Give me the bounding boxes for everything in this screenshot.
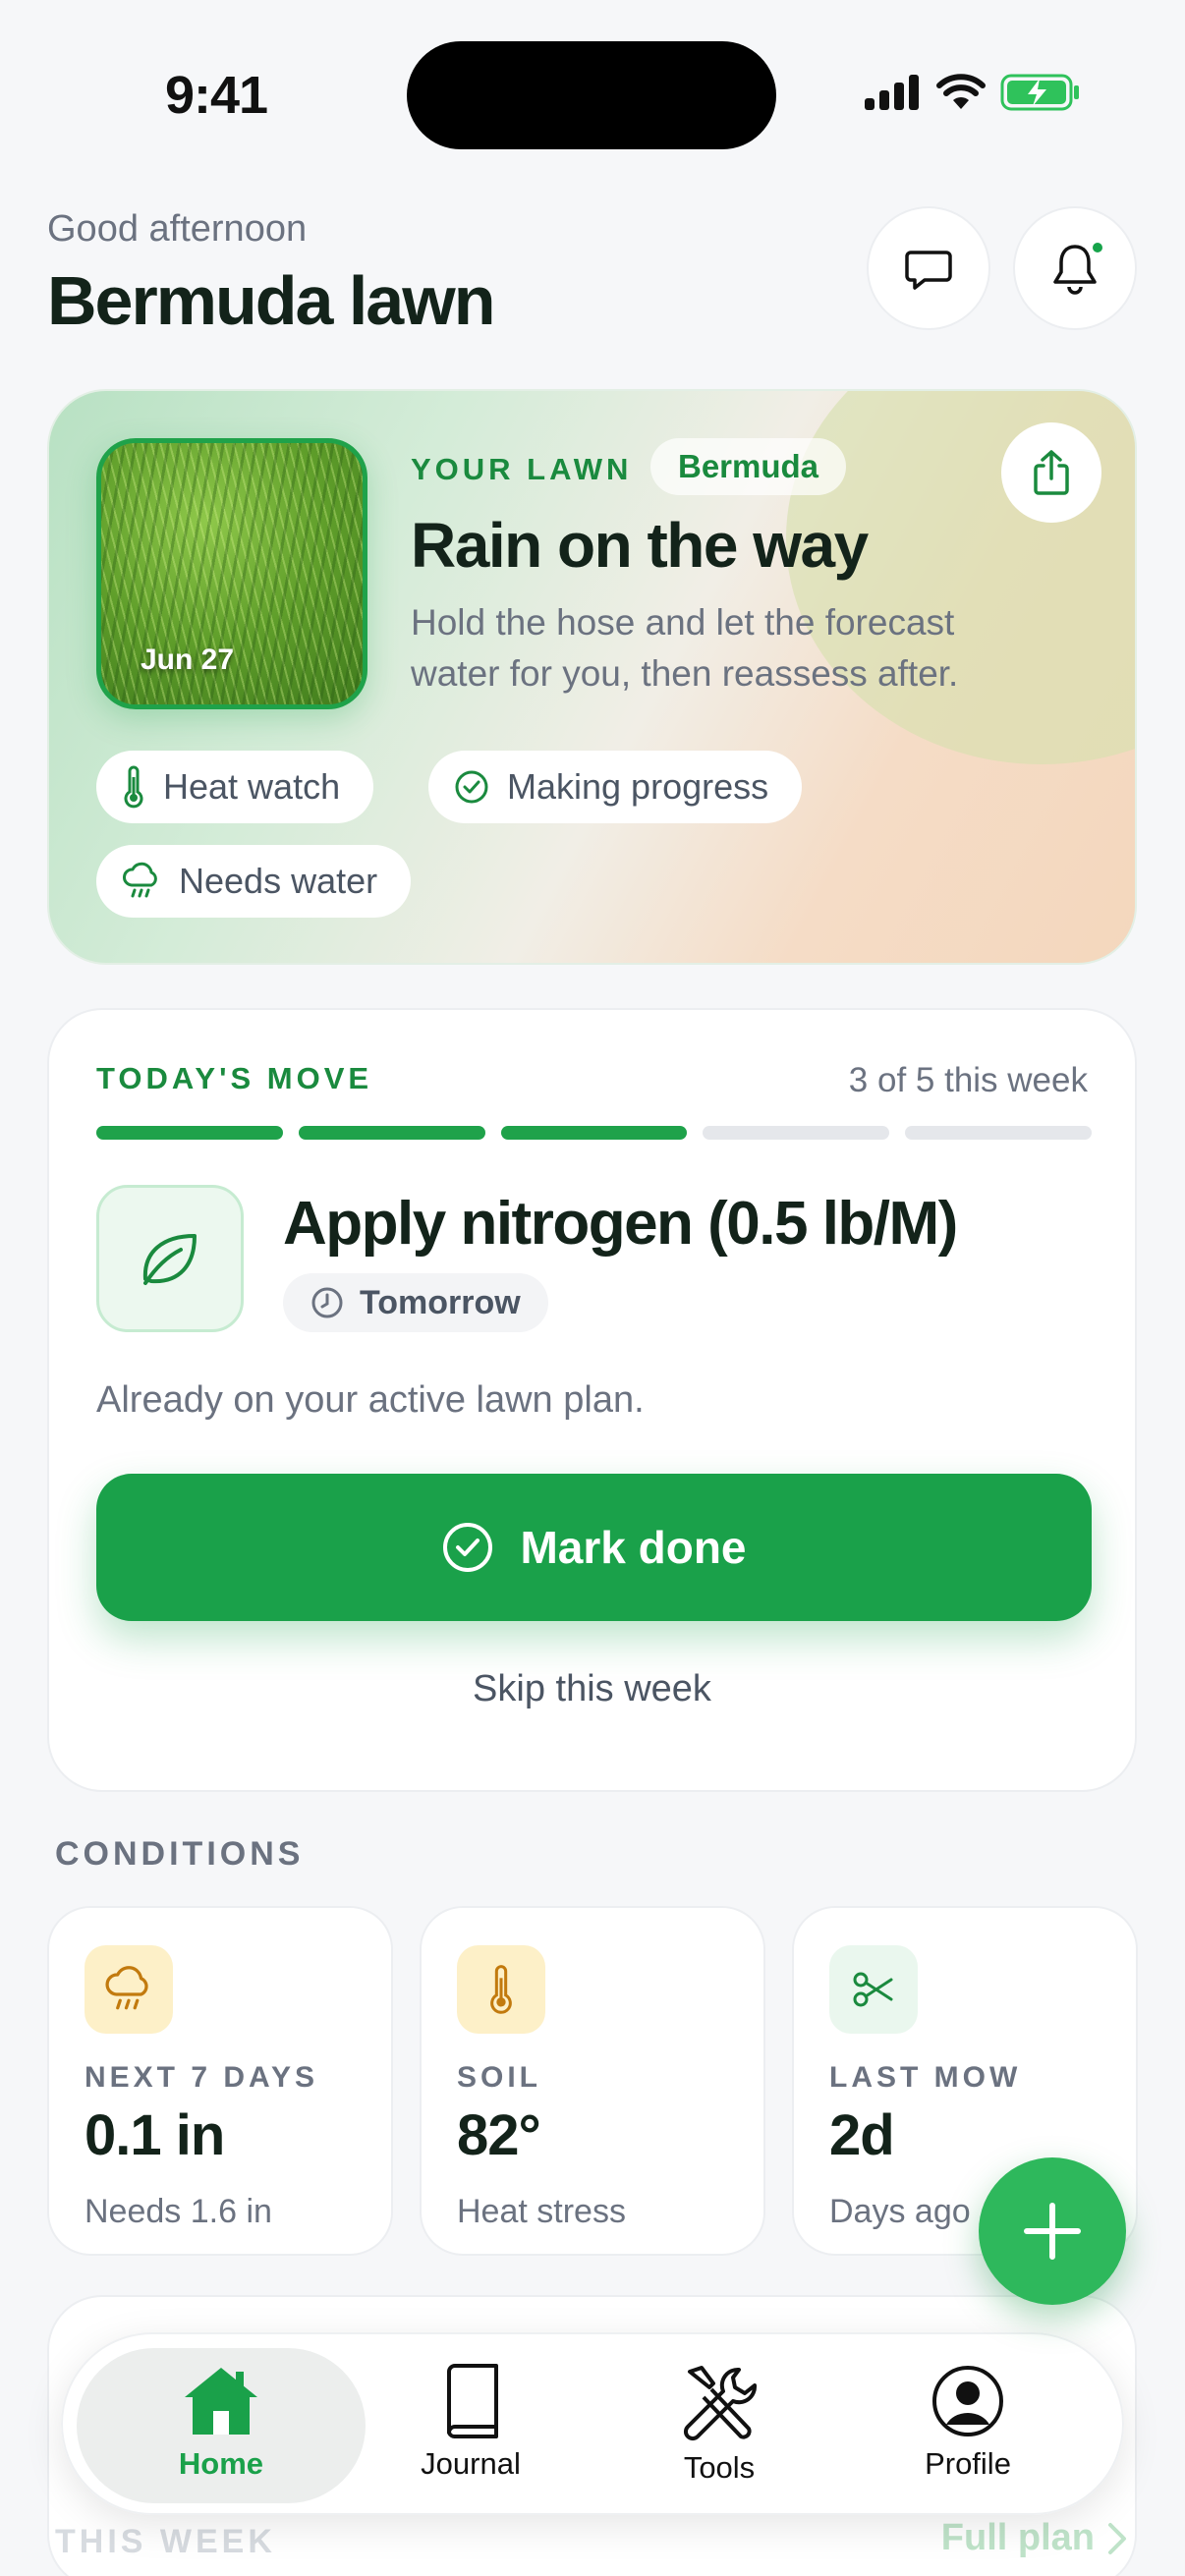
tools-icon (683, 2366, 758, 2441)
tab-label: Home (178, 2446, 264, 2481)
thermometer-icon (124, 765, 143, 809)
this-week-heading: THIS WEEK (55, 2523, 276, 2560)
condition-value: 2d (829, 2103, 895, 2167)
thermometer-icon (490, 1965, 512, 2014)
progress-segment (905, 1126, 1092, 1140)
weekly-progress-bar (96, 1126, 1092, 1140)
chat-bubble-icon (905, 251, 952, 290)
tab-label: Profile (925, 2446, 1011, 2481)
full-plan-link[interactable]: Full plan (941, 2517, 1128, 2559)
condition-subtext: Days ago (829, 2193, 971, 2230)
check-circle-icon (455, 770, 488, 804)
hero-title: Rain on the way (411, 510, 869, 581)
notifications-button[interactable] (1013, 206, 1137, 330)
progress-segment (500, 1126, 688, 1140)
condition-subtext: Heat stress (457, 2193, 626, 2230)
add-button[interactable] (979, 2157, 1126, 2305)
condition-label: NEXT 7 DAYS (85, 2061, 318, 2094)
conditions-heading: CONDITIONS (55, 1835, 305, 1873)
chat-button[interactable] (867, 206, 990, 330)
chip-label: Needs water (179, 861, 378, 901)
todays-move-card: TODAY'S MOVE 3 of 5 this week Apply nitr… (47, 1008, 1137, 1792)
condition-icon-tile (829, 1945, 918, 2034)
full-plan-label: Full plan (940, 2517, 1095, 2558)
chip-label: Making progress (507, 766, 769, 807)
person-circle-icon (932, 2366, 1003, 2436)
clock-icon (311, 1287, 343, 1318)
house-icon (185, 2368, 257, 2435)
share-button[interactable] (1001, 422, 1101, 523)
tab-home[interactable]: Home (123, 2364, 319, 2501)
scissors-icon (853, 1972, 893, 2007)
book-icon (447, 2364, 498, 2438)
photo-date: Jun 27 (141, 644, 235, 676)
task-note: Already on your active lawn plan. (96, 1379, 645, 1421)
hero-description: Hold the hose and let the forecast water… (411, 602, 959, 694)
chip-label: Heat watch (163, 766, 341, 807)
skip-week-button[interactable]: Skip this week (49, 1668, 1135, 1710)
task-icon-tile (96, 1185, 244, 1332)
lawn-photo[interactable]: Jun 27 (96, 438, 367, 709)
status-icons (865, 73, 1081, 112)
wifi-icon (936, 74, 986, 109)
tab-bar: Home Journal Tools Profile (61, 2332, 1124, 2515)
share-icon (1034, 450, 1069, 495)
weekly-task-count: 3 of 5 this week (848, 1061, 1088, 1099)
lawn-eyebrow: YOUR LAWN (411, 452, 633, 486)
grass-type-tag: Bermuda (650, 438, 847, 495)
todays-move-eyebrow: TODAY'S MOVE (96, 1061, 373, 1095)
tab-label: Journal (421, 2446, 521, 2481)
due-date-pill: Tomorrow (283, 1273, 548, 1332)
lawn-status-card[interactable]: Jun 27 YOUR LAWN Bermuda Rain on the way… (47, 389, 1137, 965)
leaf-icon (142, 1234, 197, 1285)
progress-segment (96, 1126, 283, 1140)
tab-tools[interactable]: Tools (621, 2364, 818, 2501)
chip-needs-water[interactable]: Needs water (96, 845, 412, 918)
check-circle-icon (443, 1523, 493, 1572)
condition-icon-tile (457, 1945, 545, 2034)
mark-done-button[interactable]: Mark done (96, 1474, 1092, 1621)
condition-label: SOIL (457, 2061, 542, 2094)
dynamic-island (407, 41, 776, 149)
greeting: Good afternoon (47, 208, 308, 250)
chip-heat-watch[interactable]: Heat watch (96, 751, 374, 823)
page-title: Bermuda lawn (47, 262, 495, 339)
mark-done-label: Mark done (520, 1522, 747, 1573)
condition-subtext: Needs 1.6 in (85, 2193, 272, 2230)
chevron-right-icon (1108, 2522, 1126, 2554)
tab-label: Tools (683, 2450, 756, 2485)
status-time: 9:41 (165, 66, 268, 125)
cellular-signal-icon (865, 75, 919, 110)
condition-label: LAST MOW (829, 2061, 1022, 2094)
tab-journal[interactable]: Journal (372, 2364, 569, 2501)
status-bar: 9:41 (0, 0, 1185, 187)
condition-card-soil[interactable]: SOIL 82° Heat stress (420, 1906, 765, 2256)
progress-segment (298, 1126, 485, 1140)
condition-icon-tile (85, 1945, 173, 2034)
task-title: Apply nitrogen (0.5 lb/M) (283, 1190, 958, 1258)
tab-profile[interactable]: Profile (870, 2364, 1066, 2501)
rain-cloud-icon (105, 1966, 148, 2010)
condition-value: 0.1 in (85, 2103, 225, 2167)
condition-value: 82° (457, 2103, 541, 2167)
due-label: Tomorrow (360, 1283, 521, 1321)
rain-cloud-icon (123, 862, 157, 898)
condition-card-rain[interactable]: NEXT 7 DAYS 0.1 in Needs 1.6 in (47, 1906, 393, 2256)
chip-making-progress[interactable]: Making progress (428, 751, 803, 823)
plus-icon (1024, 2203, 1081, 2260)
notification-dot (1090, 240, 1105, 255)
battery-charging-icon (1000, 74, 1079, 111)
progress-segment (703, 1126, 890, 1140)
